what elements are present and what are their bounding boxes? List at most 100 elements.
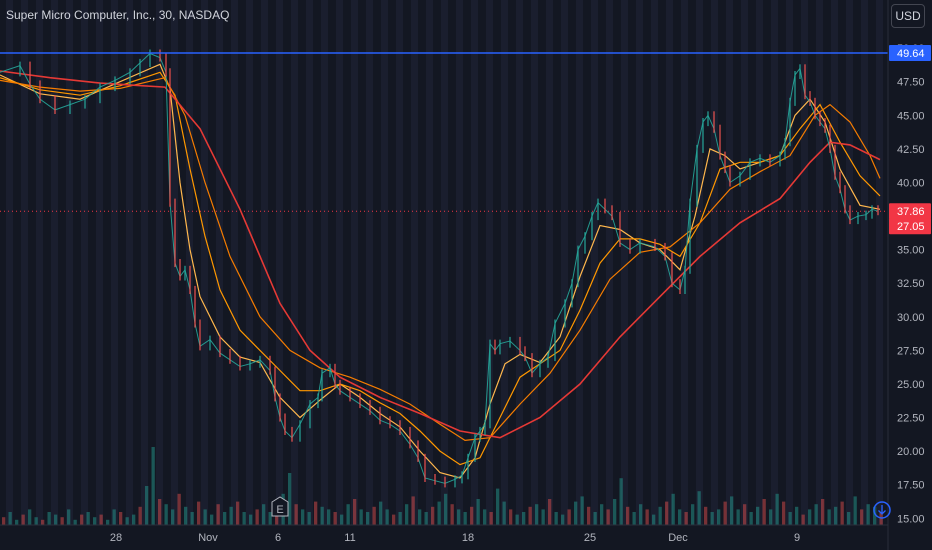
volume-bar [697,491,701,525]
session-band [381,0,388,525]
volume-bar [151,447,155,525]
volume-bar [749,512,753,525]
session-band [216,0,223,525]
volume-bar [8,512,12,525]
volume-bar [645,509,649,525]
session-band [576,0,583,525]
session-band [696,0,703,525]
volume-bar [567,509,571,525]
session-band [546,0,553,525]
price-tick-label: 32.50 [897,278,925,290]
session-band [516,0,523,525]
price-tick-label: 17.50 [897,480,925,492]
time-tick-label: 18 [462,532,474,544]
volume-bar [684,512,688,525]
volume-bar [613,499,617,525]
volume-bar [385,509,389,525]
volume-bar [827,509,831,525]
volume-bar [522,512,526,525]
volume-bar [658,506,662,525]
chart-title: Super Micro Computer, Inc., 30, NASDAQ [6,8,230,22]
session-band [756,0,763,525]
price-tick-label: 47.50 [897,77,925,89]
volume-bar [86,512,90,525]
volume-bar [320,506,324,525]
session-band [336,0,343,525]
volume-bar [782,501,786,525]
volume-bar [288,473,292,525]
volume-bar [333,512,337,525]
price-tick-label: 20.00 [897,446,925,458]
volume-bar [366,512,370,525]
volume-bar [801,514,805,525]
volume-bar [177,493,181,525]
volume-bar [73,519,77,525]
volume-bar [665,501,669,525]
volume-bar [418,509,422,525]
volume-bar [2,517,6,525]
volume-bar [67,509,71,525]
volume-bar [41,519,45,525]
volume-bar [587,506,591,525]
volume-bar [327,509,331,525]
volume-bar [814,504,818,525]
price-tick-label: 35.00 [897,245,925,257]
session-bands [0,0,888,525]
volume-bar [554,512,558,525]
volume-bar [723,501,727,525]
currency-button[interactable]: USD [891,4,925,28]
volume-bar [158,499,162,525]
volume-bar [249,514,253,525]
price-axis: 15.00 17.50 20.00 22.50 25.00 27.50 30.00 32.50… [887,0,932,550]
session-band [456,0,463,525]
volume-bar [294,504,298,525]
time-tick-label: 25 [584,532,596,544]
earnings-badge-letter-icon: E [276,504,283,516]
volume-bar [652,514,656,525]
volume-bar [691,504,695,525]
bar-countdown-tag: 27.05 [897,221,925,233]
volume-bar [392,514,396,525]
volume-bar [866,504,870,525]
session-band [96,0,103,525]
volume-bar [788,512,792,525]
session-band [231,0,238,525]
session-band [741,0,748,525]
price-tick-label: 22.50 [897,413,925,425]
volume-bar [119,512,123,525]
volume-bar [411,496,415,525]
volume-bar [860,509,864,525]
price-tick-label: 27.50 [897,345,925,357]
session-band [831,0,838,525]
volume-bar [301,509,305,525]
volume-bar [600,504,604,525]
volume-bar [405,504,409,525]
volume-bar [353,499,357,525]
volume-bar [717,509,721,525]
resistance-price-tag: 49.64 [897,48,925,60]
volume-bar [821,499,825,525]
volume-bar [853,496,857,525]
session-band [36,0,43,525]
volume-bar [548,499,552,525]
volume-bar [840,501,844,525]
volume-bar [847,512,851,525]
volume-bar [184,506,188,525]
price-tick-label: 45.00 [897,110,925,122]
volume-bar [268,512,272,525]
session-band [816,0,823,525]
session-band [561,0,568,525]
volume-bar [190,512,194,525]
volume-bar [775,493,779,525]
time-tick-label: Dec [668,532,688,544]
volume-bar [489,512,493,525]
volume-bar [561,514,565,525]
current-price-tag: 37.86 [897,206,925,218]
session-band [876,0,883,525]
volume-bar [470,506,474,525]
price-chart[interactable]: 15.00 17.50 20.00 22.50 25.00 27.50 30.00 32.50… [0,0,932,550]
time-tick-label: 28 [110,532,122,544]
volume-bar [216,504,220,525]
session-band [651,0,658,525]
volume-bar [762,499,766,525]
